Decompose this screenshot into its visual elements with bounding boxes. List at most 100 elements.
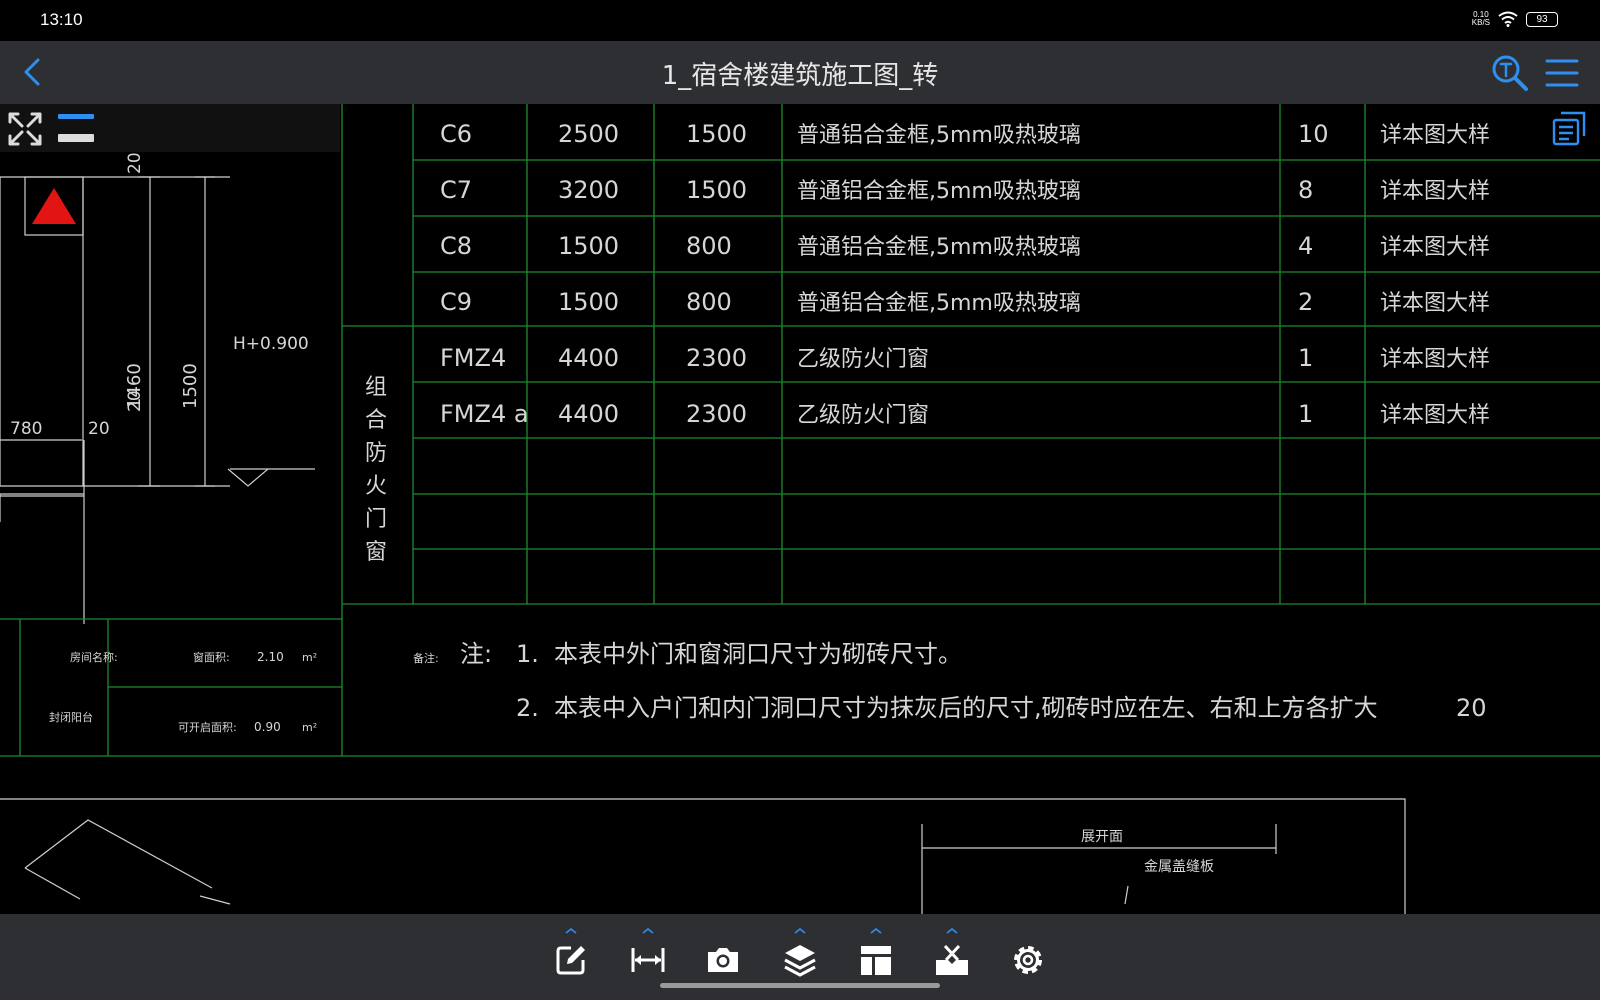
table-cell-desc: 普通铝合金框,5mm吸热玻璃 (797, 123, 1081, 148)
table-row: FMZ4 4400 2300 乙级防火门窗 1 详本图大样 (440, 344, 1490, 372)
dim-1500: 1500 (180, 363, 201, 409)
table-row: C8 1500 800 普通铝合金框,5mm吸热玻璃 4 详本图大样 (440, 232, 1490, 260)
table-row: C7 3200 1500 普通铝合金框,5mm吸热玻璃 8 详本图大样 (440, 176, 1490, 204)
table-cell-width: 1500 (558, 232, 619, 260)
marker-triangle (32, 188, 76, 224)
table-cell-qty: 4 (1298, 232, 1313, 260)
measure-button[interactable] (628, 928, 668, 982)
table-cell-note: 详本图大样 (1380, 179, 1490, 204)
toolbox-icon (936, 944, 968, 975)
table-cell-height: 2300 (686, 344, 747, 372)
chevron-up-icon (565, 928, 577, 934)
group-label: 组合防火门窗 (365, 375, 387, 565)
table-cell-note: 详本图大样 (1380, 403, 1490, 428)
table-cell-code: C8 (440, 232, 472, 260)
table-row: C9 1500 800 普通铝合金框,5mm吸热玻璃 2 详本图大样 (440, 288, 1490, 316)
camera-button[interactable] (703, 928, 743, 982)
table-cell-width: 3200 (558, 176, 619, 204)
network-speed: 0.10 KB/S (1472, 11, 1490, 27)
room-name-value: 封闭阳台 (49, 710, 93, 724)
chevron-up-icon (946, 928, 958, 934)
table-cell-note: 详本图大样 (1380, 347, 1490, 372)
drawing-canvas[interactable]: 20 1460 1500 H+0.900 20 780 20 房间名称: 窗面积… (0, 104, 1600, 914)
table-cell-qty: 1 (1298, 400, 1313, 428)
table-cell-desc: 乙级防火门窗 (797, 347, 929, 372)
toolbox-button[interactable] (932, 928, 972, 982)
table-cell-width: 1500 (558, 288, 619, 316)
table-cell-height: 1500 (686, 120, 747, 148)
table-cell-desc: 普通铝合金框,5mm吸热玻璃 (797, 291, 1081, 316)
table-cell-code: C7 (440, 176, 472, 204)
note2-number: 2. (516, 694, 539, 722)
table-cell-note: 详本图大样 (1380, 291, 1490, 316)
drawing-title: 1_宿舍楼建筑施工图_转 (661, 61, 939, 91)
table-cell-desc: 普通铝合金框,5mm吸热玻璃 (797, 179, 1081, 204)
window-area-label: 窗面积: (193, 650, 230, 664)
title-bar: 1_宿舍楼建筑施工图_转 (0, 41, 1600, 104)
copy-icon[interactable] (1552, 111, 1586, 146)
dim-20-side: 20 (88, 419, 110, 439)
remark-label: 备注: (413, 651, 439, 665)
table-cell-qty: 2 (1298, 288, 1313, 316)
gear-icon (1014, 946, 1042, 974)
dim-780: 780 (10, 419, 42, 439)
text-search-icon[interactable] (1490, 53, 1530, 93)
lower-detail-lines (0, 798, 1406, 914)
table-cell-qty: 8 (1298, 176, 1313, 204)
table-cell-desc: 乙级防火门窗 (797, 403, 929, 428)
status-icons: 0.10 KB/S 93 (1472, 11, 1558, 27)
chevron-up-icon (794, 928, 806, 934)
note2-dot: 。 (1293, 694, 1317, 722)
table-cell-qty: 10 (1298, 120, 1329, 148)
table-cell-code: C6 (440, 120, 472, 148)
room-name-label: 房间名称: (70, 650, 118, 664)
table-row: FMZ4 a 4400 2300 乙级防火门窗 1 详本图大样 (440, 400, 1490, 428)
layout-button[interactable] (856, 928, 896, 982)
chevron-up-icon (642, 928, 654, 934)
dim-20-bottom: 20 (125, 390, 145, 412)
lower-label-2: 金属盖缝板 (1144, 859, 1214, 875)
table-cell-qty: 1 (1298, 344, 1313, 372)
network-speed-unit: KB/S (1471, 18, 1490, 27)
window-area-value: 2.10 (257, 650, 284, 664)
home-indicator[interactable] (660, 983, 940, 988)
status-bar: 13:10 0.10 KB/S 93 (0, 0, 1600, 41)
camera-icon (708, 948, 738, 972)
lower-label-1: 展开面 (1081, 829, 1123, 845)
window-detail-lines (0, 176, 315, 624)
table-cell-width: 4400 (558, 400, 619, 428)
annotate-button[interactable] (551, 928, 591, 982)
dim-20-top: 20 (125, 152, 145, 174)
table-cell-code: FMZ4 (440, 344, 506, 372)
edit-icon (556, 946, 585, 975)
menu-icon[interactable] (1544, 55, 1580, 91)
note-label: 注: (460, 640, 492, 668)
layout-icon (861, 946, 891, 975)
layers-icon (784, 945, 816, 977)
status-time: 13:10 (40, 10, 83, 29)
wifi-icon (1498, 11, 1518, 27)
table-cell-height: 800 (686, 288, 732, 316)
elevation-label: H+0.900 (233, 334, 309, 354)
table-cell-code: FMZ4 a (440, 400, 529, 428)
area-unit-1: m² (302, 651, 317, 664)
note1-text: 本表中外门和窗洞口尺寸为砌砖尺寸。 (554, 640, 962, 668)
table-cell-code: C9 (440, 288, 472, 316)
chevron-up-icon (870, 928, 882, 934)
table-cell-width: 2500 (558, 120, 619, 148)
table-cell-height: 800 (686, 232, 732, 260)
table-cell-note: 详本图大样 (1380, 123, 1490, 148)
table-cell-width: 4400 (558, 344, 619, 372)
measure-icon (631, 948, 665, 972)
note2-value: 20 (1456, 694, 1487, 722)
settings-button[interactable] (1008, 928, 1048, 982)
battery-indicator: 93 (1526, 11, 1558, 27)
table-row: C6 2500 1500 普通铝合金框,5mm吸热玻璃 10 详本图大样 (440, 120, 1490, 148)
table-cell-height: 1500 (686, 176, 747, 204)
table-cell-note: 详本图大样 (1380, 235, 1490, 260)
table-cell-height: 2300 (686, 400, 747, 428)
note1-number: 1. (516, 640, 539, 668)
note2-text: 本表中入户门和内门洞口尺寸为抹灰后的尺寸,砌砖时应在左、右和上方各扩大 (554, 694, 1378, 722)
layers-button[interactable] (780, 928, 820, 982)
cad-drawing[interactable]: 20 1460 1500 H+0.900 20 780 20 房间名称: 窗面积… (0, 104, 1600, 914)
